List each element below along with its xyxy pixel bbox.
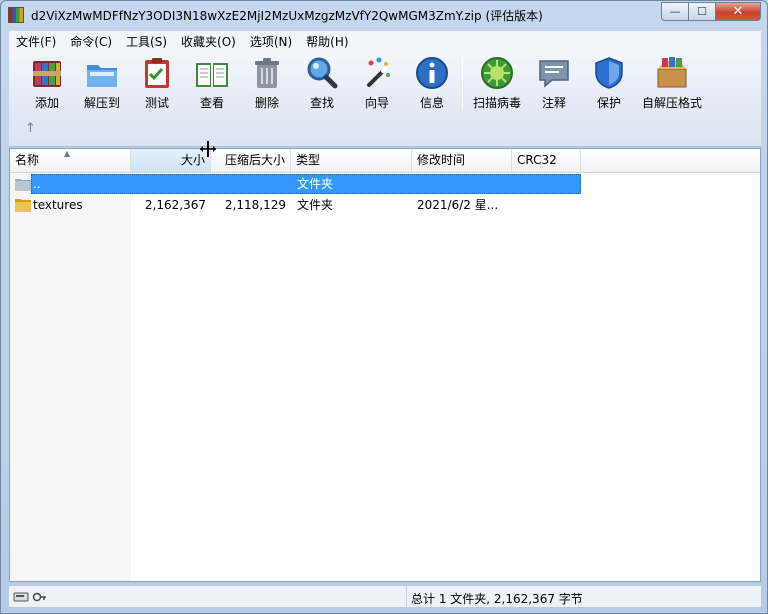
self-extract-box-icon: [657, 57, 687, 88]
sfx-button[interactable]: 自解压格式: [641, 55, 703, 113]
wizard-label: 向导: [364, 96, 389, 110]
extract-label: 解压到: [83, 96, 120, 110]
open-book-icon: [196, 63, 228, 87]
minimize-button[interactable]: —: [661, 2, 688, 21]
menu-file[interactable]: 文件(F): [9, 33, 63, 50]
extract-folder-icon: [87, 65, 117, 87]
window-title: d2ViXzMwMDFfNzY3ODI3N18wXzE2MjI2MzUxMzgz…: [31, 9, 543, 23]
drive-key-icon: [13, 592, 46, 602]
column-packed-size[interactable]: 压缩后大小: [211, 149, 291, 172]
table-row[interactable]: .. 文件夹: [10, 174, 581, 194]
shield-icon: [595, 57, 623, 89]
parent-folder-icon: [15, 179, 31, 191]
column-resize-cursor-icon: [200, 141, 216, 157]
column-packed-label: 压缩后大小: [224, 153, 285, 167]
menu-favorites[interactable]: 收藏夹(O): [174, 33, 243, 50]
info-button[interactable]: 信息: [404, 55, 460, 113]
menu-help[interactable]: 帮助(H): [299, 33, 355, 50]
add-button[interactable]: 添加: [19, 55, 75, 113]
winrar-app-icon: [8, 7, 24, 23]
folder-icon: [15, 199, 31, 212]
info-label: 信息: [419, 96, 444, 110]
add-archive-icon: [33, 61, 61, 87]
scan-button[interactable]: 扫描病毒: [469, 55, 525, 113]
column-modified[interactable]: 修改时间: [412, 149, 512, 172]
window-controls: — ☐ ✕: [661, 2, 761, 21]
find-button[interactable]: 查找: [294, 55, 350, 113]
menu-commands[interactable]: 命令(C): [63, 33, 119, 50]
row-size: 2,162,367: [144, 198, 206, 212]
comment-label: 注释: [541, 96, 566, 110]
wizard-button[interactable]: 向导: [349, 55, 405, 113]
test-button[interactable]: 测试: [129, 55, 185, 113]
maximize-button[interactable]: ☐: [688, 2, 715, 21]
file-list[interactable]: 名称 ▲ 大小 压缩后大小 类型 修改时间 CRC32 .. 文件夹 textu…: [9, 148, 761, 582]
status-summary: 总计 1 文件夹, 2,162,367 字节: [411, 592, 583, 606]
add-label: 添加: [34, 96, 59, 110]
view-label: 查看: [199, 96, 224, 110]
row-modified: 2021/6/2 星...: [417, 198, 499, 212]
magnifier-icon: [307, 57, 338, 89]
trash-can-icon: [255, 58, 279, 88]
close-button[interactable]: ✕: [715, 2, 761, 21]
sfx-label: 自解压格式: [641, 96, 702, 110]
winrar-window: d2ViXzMwMDFfNzY3ODI3N18wXzE2MjI2MzUxMzgz…: [0, 0, 768, 614]
toolbar: 添加 解压到 测试 查看 删除 查找 向导 信息 扫描病毒 注释 保护 自解压格…: [9, 51, 761, 147]
list-left-pane: [10, 173, 131, 581]
column-name-label: 名称: [15, 153, 40, 167]
menu-bar: 文件(F) 命令(C) 工具(S) 收藏夹(O) 选项(N) 帮助(H): [9, 31, 761, 51]
find-label: 查找: [309, 96, 334, 110]
comment-icon: [539, 60, 569, 88]
delete-label: 删除: [254, 96, 279, 110]
magic-wand-icon: [367, 57, 390, 87]
virus-scan-icon: [481, 57, 513, 89]
status-left-pane: [9, 586, 407, 608]
column-type-label: 类型: [296, 153, 321, 167]
toolbar-separator: [462, 57, 463, 109]
comment-button[interactable]: 注释: [526, 55, 582, 113]
column-crc32[interactable]: CRC32: [512, 149, 581, 172]
row-name: ..: [33, 177, 41, 191]
column-type[interactable]: 类型: [291, 149, 412, 172]
info-icon: [416, 57, 448, 89]
row-packed-size: 2,118,129: [224, 198, 286, 212]
scan-label: 扫描病毒: [472, 96, 521, 110]
test-label: 测试: [144, 96, 169, 110]
column-name[interactable]: 名称 ▲: [10, 149, 131, 172]
extract-button[interactable]: 解压到: [74, 55, 130, 113]
row-type: 文件夹: [297, 177, 334, 191]
row-name: textures: [33, 198, 83, 212]
menu-tools[interactable]: 工具(S): [119, 33, 174, 50]
protect-label: 保护: [596, 96, 621, 110]
table-row[interactable]: textures 2,162,367 2,118,129 文件夹 2021/6/…: [10, 195, 581, 215]
protect-button[interactable]: 保护: [581, 55, 637, 113]
sort-ascending-icon: ▲: [64, 149, 71, 158]
clipboard-check-icon: [145, 58, 169, 88]
list-header: 名称 ▲ 大小 压缩后大小 类型 修改时间 CRC32: [10, 149, 760, 173]
row-type: 文件夹: [297, 198, 334, 212]
menu-options[interactable]: 选项(N): [243, 33, 299, 50]
delete-button[interactable]: 删除: [239, 55, 295, 113]
column-modified-label: 修改时间: [417, 153, 466, 167]
status-bar: 总计 1 文件夹, 2,162,367 字节: [9, 585, 761, 608]
column-crc-label: CRC32: [517, 153, 557, 167]
view-button[interactable]: 查看: [184, 55, 240, 113]
title-bar[interactable]: d2ViXzMwMDFfNzY3ODI3N18wXzE2MjI2MzUxMzgz…: [1, 1, 767, 29]
up-folder-button[interactable]: ↑: [25, 121, 36, 136]
